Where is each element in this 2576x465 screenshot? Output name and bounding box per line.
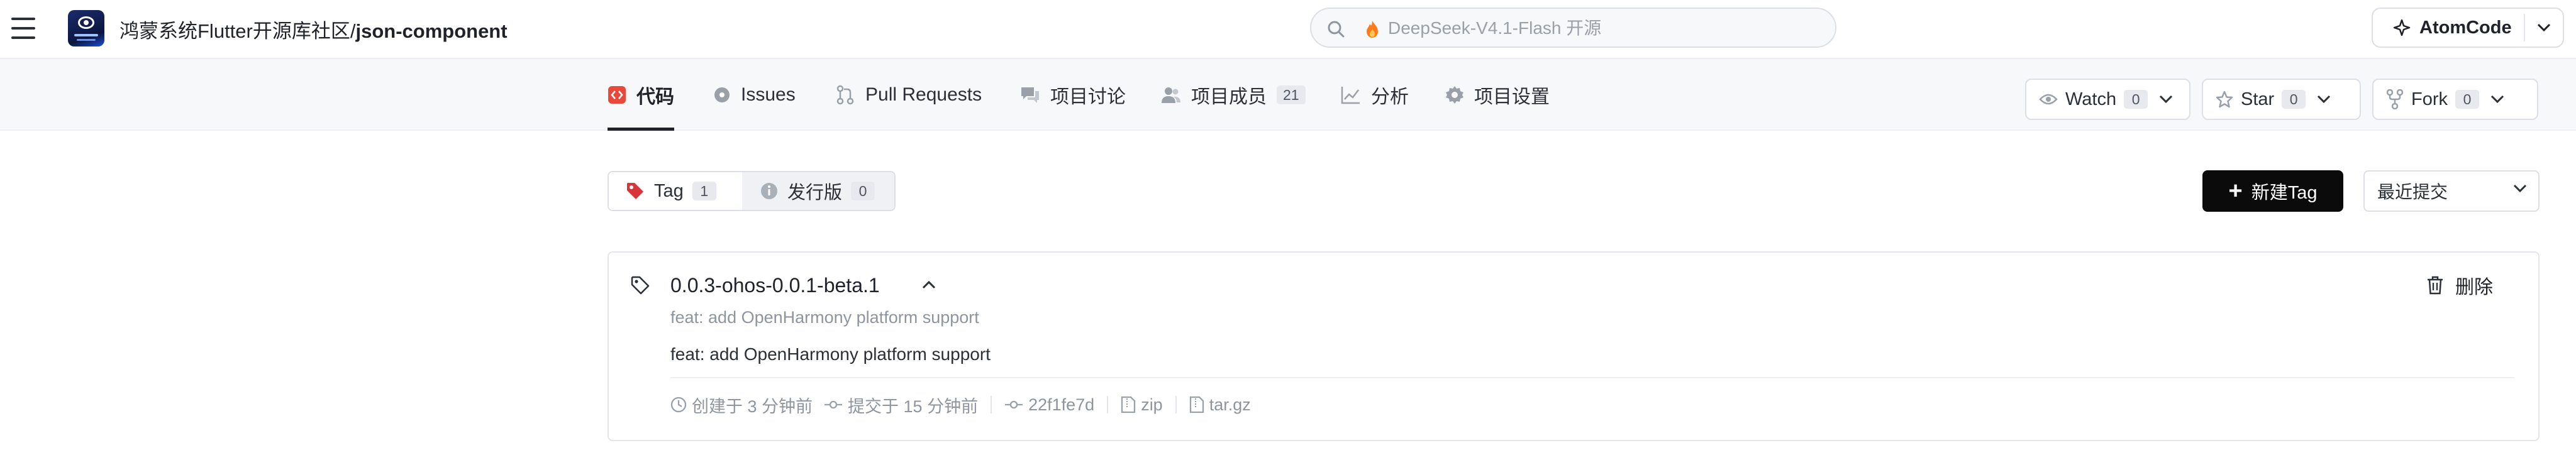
release-segment-label: 发行版: [787, 183, 843, 203]
star-count: 0: [2282, 90, 2306, 109]
tab-analytics[interactable]: 分析: [1341, 59, 1409, 131]
search-icon: [1328, 21, 1345, 38]
watch-label: Watch: [2065, 89, 2117, 109]
tag-message: feat: add OpenHarmony platform support: [670, 344, 991, 364]
divider: [991, 396, 992, 413]
star-label: Star: [2241, 89, 2275, 109]
archive-file-icon: [1121, 396, 1136, 413]
tag-segment-label: Tag: [654, 180, 684, 201]
tag-message-summary: feat: add OpenHarmony platform support: [670, 308, 979, 327]
release-segment[interactable]: 发行版 0: [742, 172, 894, 210]
new-tag-label: 新建Tag: [2251, 183, 2318, 203]
tab-issues[interactable]: Issues: [713, 59, 796, 131]
code-icon: [608, 86, 626, 104]
sort-select[interactable]: 最近提交: [2363, 170, 2540, 212]
search-input[interactable]: [1388, 15, 1816, 41]
release-count: 0: [851, 182, 875, 200]
chart-icon: [1341, 87, 1360, 104]
delete-label: 删除: [2455, 277, 2493, 298]
org-logo[interactable]: [68, 10, 104, 46]
divider: [1175, 396, 1177, 413]
repo-org[interactable]: 鸿蒙系统Flutter开源库社区/: [119, 20, 355, 42]
tag-count: 1: [692, 182, 716, 200]
tab-members[interactable]: 项目成员 21: [1161, 59, 1306, 131]
sparkle-icon: [2393, 19, 2411, 36]
tab-code[interactable]: 代码: [608, 59, 674, 131]
gear-icon: [1446, 86, 1463, 104]
divider: [1107, 396, 1109, 413]
star-button[interactable]: Star 0: [2202, 79, 2361, 120]
discussion-icon: [1021, 87, 1039, 103]
star-icon: [2216, 90, 2233, 108]
atomcode-label: AtomCode: [2419, 17, 2512, 38]
committed-info: 提交于 15 分钟前: [824, 393, 978, 417]
flame-icon: [1367, 21, 1378, 38]
watch-button[interactable]: Watch 0: [2025, 79, 2190, 120]
download-zip-link[interactable]: zip: [1121, 395, 1163, 415]
download-targz-link[interactable]: tar.gz: [1189, 395, 1251, 415]
targz-label: tar.gz: [1209, 395, 1251, 414]
top-header: 鸿蒙系统Flutter开源库社区/json-component AtomCode: [0, 0, 2576, 58]
members-icon: [1162, 87, 1180, 103]
atomcode-button-group: AtomCode: [2372, 8, 2564, 48]
created-time: 创建于 3 分钟前: [692, 397, 813, 416]
repo-name[interactable]: json-component: [355, 20, 507, 42]
committed-time: 提交于 15 分钟前: [848, 397, 979, 416]
tag-icon: [627, 183, 643, 199]
delete-tag-button[interactable]: 删除: [2426, 271, 2493, 299]
search-box[interactable]: [1310, 8, 1836, 48]
fork-label: Fork: [2411, 89, 2448, 109]
fork-icon: [2386, 89, 2404, 109]
created-info: 创建于 3 分钟前: [670, 393, 813, 417]
commit-icon: [1005, 400, 1023, 409]
chevron-down-icon: [2490, 95, 2504, 104]
tab-discussions[interactable]: 项目讨论: [1020, 59, 1126, 131]
chevron-down-icon: [2513, 184, 2527, 193]
commit-hash: 22f1fe7d: [1028, 395, 1095, 414]
tab-label: 项目设置: [1474, 87, 1550, 107]
atomcode-dropdown[interactable]: [2525, 9, 2563, 46]
archive-file-icon: [1189, 396, 1204, 413]
tab-label: 代码: [636, 87, 674, 107]
pull-request-icon: [836, 85, 854, 105]
chevron-down-icon: [2318, 95, 2331, 104]
trash-icon: [2428, 276, 2443, 295]
new-tag-button[interactable]: + 新建Tag: [2202, 170, 2343, 212]
tab-pull-requests[interactable]: Pull Requests: [835, 59, 982, 131]
eye-icon: [2039, 94, 2058, 105]
members-count-badge: 21: [1277, 85, 1306, 104]
tab-label: 项目成员: [1191, 87, 1267, 107]
tab-label: Pull Requests: [865, 84, 982, 105]
chevron-down-icon: [2160, 95, 2173, 104]
clock-icon: [670, 397, 687, 413]
tag-meta-row: 创建于 3 分钟前 提交于 15 分钟前 22f1fe7d zip tar.gz: [670, 392, 1251, 417]
fork-count: 0: [2455, 90, 2479, 109]
chevron-up-icon[interactable]: [922, 280, 936, 289]
release-icon: [761, 183, 777, 199]
tab-label: 分析: [1371, 87, 1409, 107]
sort-select-value: 最近提交: [2377, 182, 2448, 202]
atomcode-button[interactable]: AtomCode: [2373, 9, 2524, 46]
fork-button[interactable]: Fork 0: [2372, 79, 2538, 120]
tab-settings[interactable]: 项目设置: [1445, 59, 1550, 131]
issue-icon: [714, 87, 730, 102]
divider: [670, 377, 2514, 378]
plus-icon: +: [2228, 178, 2243, 204]
tag-outline-icon: [631, 276, 650, 295]
tag-name[interactable]: 0.0.3-ohos-0.0.1-beta.1: [670, 274, 880, 297]
chevron-down-icon: [2537, 23, 2551, 32]
tab-label: Issues: [741, 84, 796, 105]
watch-count: 0: [2124, 90, 2148, 109]
active-tab-indicator: [608, 128, 674, 131]
tag-release-switch: Tag 1 发行版 0: [608, 171, 896, 211]
zip-label: zip: [1141, 395, 1163, 414]
commit-hash-link[interactable]: 22f1fe7d: [1004, 395, 1094, 415]
repo-title[interactable]: 鸿蒙系统Flutter开源库社区/json-component: [119, 15, 508, 43]
tab-label: 项目讨论: [1050, 87, 1126, 107]
tag-card: 0.0.3-ohos-0.0.1-beta.1 feat: add OpenHa…: [608, 251, 2540, 441]
tag-segment[interactable]: Tag 1: [609, 172, 742, 210]
commit-icon: [824, 400, 843, 409]
menu-icon[interactable]: [11, 18, 35, 39]
